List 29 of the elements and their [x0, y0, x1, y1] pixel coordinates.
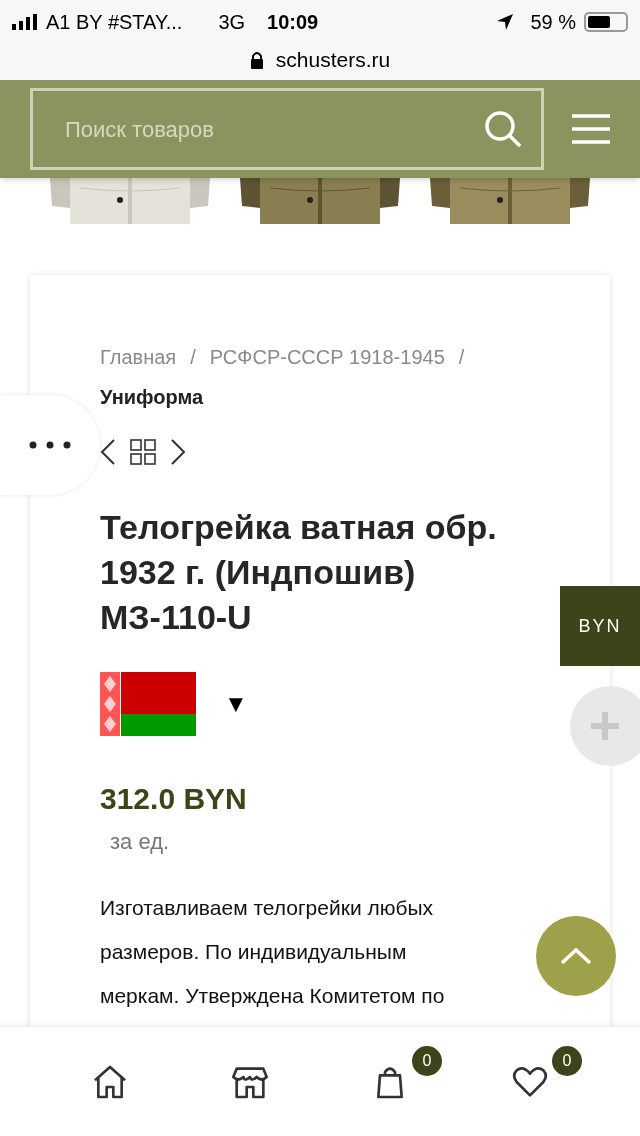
- url-text[interactable]: schusters.ru: [275, 44, 391, 76]
- count-badge: 0: [412, 1045, 442, 1076]
- flag-icon[interactable]: [100, 672, 196, 736]
- dropdown-arrow[interactable]: ▼: [224, 686, 248, 722]
- chevron-left-icon[interactable]: [100, 439, 116, 465]
- breadcrumb-separator: /: [458, 345, 465, 370]
- product-title: Телогрейка ватная обр. 1932 г. (Индпошив) МЗ-110-U: [100, 507, 498, 638]
- breadcrumb-current[interactable]: Униформа: [100, 377, 204, 417]
- currency-tab[interactable]: BYN: [560, 586, 640, 666]
- signal-icon: [12, 14, 38, 30]
- location-arrow-icon: [496, 13, 515, 31]
- battery-percent: 59 %: [530, 10, 576, 35]
- count-badge: 0: [552, 1045, 582, 1076]
- chevron-up-icon[interactable]: [561, 948, 591, 964]
- product-price: 312.0 BYN: [100, 781, 248, 817]
- carrier-name: A1 BY #STAY...: [46, 10, 183, 35]
- grid-icon[interactable]: [130, 439, 156, 465]
- breadcrumb-separator: /: [190, 345, 196, 370]
- chevron-right-icon[interactable]: [170, 439, 186, 465]
- more-dots-icon[interactable]: [29, 441, 71, 449]
- search-icon[interactable]: [483, 109, 523, 149]
- product-description: Изготавливаем телогрейки любых размеров. По индивидуальным меркам. Утверждена Комитетом по: [100, 895, 446, 1009]
- menu-icon[interactable]: [572, 114, 610, 144]
- search-bar[interactable]: Поиск товаров: [30, 88, 544, 170]
- battery-icon: [584, 12, 628, 32]
- price-unit: за ед.: [110, 828, 171, 856]
- lock-icon: [249, 50, 264, 69]
- clock-time: 10:09: [267, 10, 319, 35]
- network-type: 3G: [218, 10, 246, 35]
